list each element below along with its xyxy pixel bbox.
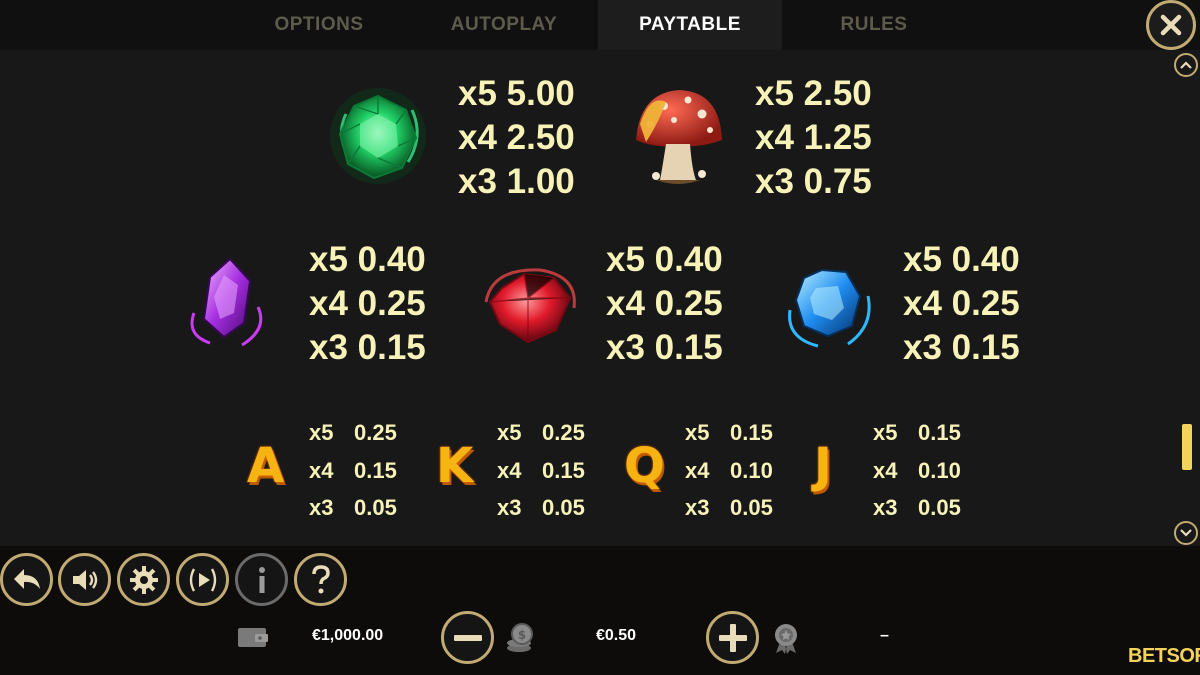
bet-value: €0.50 [596,627,637,644]
payout: 0.25 [354,420,397,445]
payout: 0.05 [730,495,773,520]
payout: 0.05 [354,495,397,520]
card-q-symbol: Q [624,438,665,494]
card-j-payouts: x5 0.15 x4 0.10 x3 0.05 [873,414,961,527]
payout-x5: x5 0.40 [309,240,426,279]
plus-icon [718,623,747,652]
ruby-gem-icon [484,268,576,344]
payout: 0.15 [918,420,961,445]
amethyst-crystal-icon [190,257,263,347]
payout-x3: x3 1.00 [458,162,575,201]
card-a-symbol: A [247,438,285,494]
payout-x4: x4 0.25 [606,284,723,323]
card-q-payouts: x5 0.15 x4 0.10 x3 0.05 [685,414,773,527]
decrease-bet-button[interactable] [441,611,494,664]
tab-paytable[interactable]: PAYTABLE [598,0,782,50]
payout-x4: x4 0.25 [309,284,426,323]
payout-x4: x4 1.25 [755,118,872,157]
payout-x5: x5 0.40 [903,240,1020,279]
multiplier: x5 [685,420,710,445]
tab-autoplay[interactable]: AUTOPLAY [412,0,596,50]
tab-rules[interactable]: RULES [782,0,966,50]
autoplay-icon [189,567,216,592]
card-a-payouts: x5 0.25 x4 0.15 x3 0.05 [309,414,397,527]
multiplier: x3 [309,495,334,520]
sapphire-gem-icon [788,268,871,348]
multiplier: x5 [497,420,522,445]
win-value: – [880,627,889,644]
payout-x4: x4 2.50 [458,118,575,157]
chevron-up-icon [1180,61,1192,69]
betsoft-logo: BETSOFT [1128,645,1200,667]
payout: 0.15 [354,457,397,483]
tab-options[interactable]: OPTIONS [227,0,411,50]
payout: 0.05 [542,495,585,520]
info-button[interactable] [235,553,288,606]
multiplier: x3 [873,495,898,520]
card-j-symbol: J [814,438,832,494]
tab-bar: OPTIONS AUTOPLAY PAYTABLE RULES [0,0,1200,50]
mushroom-payouts: x5 2.50 x4 1.25 x3 0.75 [755,72,872,204]
multiplier: x5 [309,420,334,445]
scroll-down-button[interactable] [1174,521,1198,545]
payout: 0.25 [542,420,585,445]
multiplier: x4 [309,457,334,483]
win-award-icon [775,624,797,654]
payout: 0.15 [730,420,773,445]
autoplay-button[interactable] [176,553,229,606]
multiplier: x5 [873,420,898,445]
svg-text:$: $ [518,628,526,642]
payout: 0.15 [542,457,585,483]
wallet-icon [238,628,268,647]
increase-bet-button[interactable] [706,611,759,664]
speaker-icon [72,569,97,590]
emerald-gem-icon [330,88,426,184]
settings-button[interactable] [117,553,170,606]
balance-value: €1,000.00 [312,627,384,644]
help-button[interactable] [294,553,347,606]
multiplier: x4 [873,457,898,483]
sapphire-payouts: x5 0.40 x4 0.25 x3 0.15 [903,238,1020,370]
payout: 0.05 [918,495,961,520]
close-icon [1160,14,1182,36]
multiplier: x3 [497,495,522,520]
gear-icon [129,565,158,594]
payout-x3: x3 0.15 [606,328,723,367]
back-arrow-icon [13,568,40,589]
coins-icon: $ [507,623,533,652]
payout: 0.10 [730,457,773,483]
card-k-payouts: x5 0.25 x4 0.15 x3 0.05 [497,414,585,527]
question-icon [311,564,330,593]
payout-x5: x5 0.40 [606,240,723,279]
chevron-down-icon [1180,529,1192,537]
payout-x4: x4 0.25 [903,284,1020,323]
minus-icon [453,634,482,641]
back-button[interactable] [0,553,53,606]
scrollbar-thumb[interactable] [1182,424,1192,470]
ruby-payouts: x5 0.40 x4 0.25 x3 0.15 [606,238,723,370]
multiplier: x3 [685,495,710,520]
payout-x5: x5 2.50 [755,74,872,113]
mushroom-icon [636,90,722,184]
scroll-up-button[interactable] [1174,53,1198,77]
multiplier: x4 [685,457,710,483]
amethyst-payouts: x5 0.40 x4 0.25 x3 0.15 [309,238,426,370]
payout-x5: x5 5.00 [458,74,575,113]
close-button[interactable] [1146,0,1196,50]
emerald-payouts: x5 5.00 x4 2.50 x3 1.00 [458,72,575,204]
payout-x3: x3 0.15 [903,328,1020,367]
info-icon [258,566,265,593]
sound-button[interactable] [58,553,111,606]
payout-x3: x3 0.15 [309,328,426,367]
multiplier: x4 [497,457,522,483]
payout: 0.10 [918,457,961,483]
payout-x3: x3 0.75 [755,162,872,201]
card-k-symbol: K [436,438,474,494]
